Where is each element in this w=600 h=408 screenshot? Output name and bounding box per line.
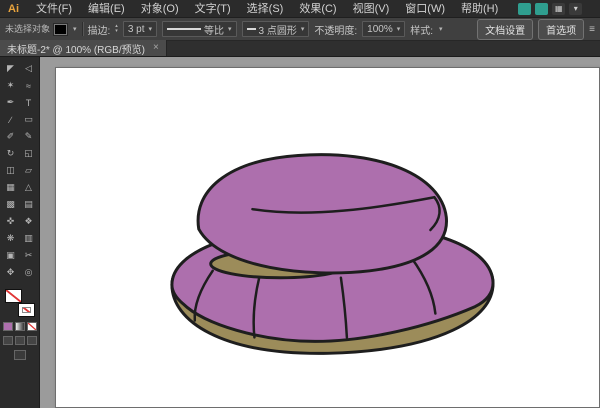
selection-tool[interactable]: ◤ xyxy=(2,60,20,77)
slice-tool[interactable]: ✂ xyxy=(20,247,38,264)
dome-body[interactable] xyxy=(196,153,448,275)
stroke-swatch[interactable] xyxy=(17,303,35,317)
menu-item[interactable]: 文字(T) xyxy=(187,0,239,18)
screen-mode-button[interactable] xyxy=(13,350,26,360)
main-area: ◤ ◁ ✶ ≈ ✒ T ∕ ▭ ✐ ✎ ↻ ◱ ◫ ▱ ▦ △ ▩ ▤ ✜ ❖ ❋ ▥ ▣ ✂ ✥ ◎ xyxy=(0,57,600,408)
width-tool[interactable]: ◫ xyxy=(2,162,20,179)
brush-label: 3 点圆形 xyxy=(258,25,297,37)
blend-tool[interactable]: ❖ xyxy=(20,213,38,230)
gradient-tool[interactable]: ▤ xyxy=(20,196,38,213)
type-tool[interactable]: T xyxy=(20,94,38,111)
draw-inside-button[interactable] xyxy=(26,336,37,345)
menu-bar: Ai 文件(F) 编辑(E) 对象(O) 文字(T) 选择(S) 效果(C) 视图(V) 窗口… xyxy=(0,0,600,18)
draw-behind-button[interactable] xyxy=(14,336,25,345)
shape-builder-tool[interactable]: ▦ xyxy=(2,179,20,196)
mesh-tool[interactable]: ▩ xyxy=(2,196,20,213)
draw-normal-button[interactable] xyxy=(2,336,13,345)
workspace-caret-icon[interactable]: ▾ xyxy=(569,2,583,15)
app-logo: Ai xyxy=(8,2,19,15)
separator xyxy=(81,22,83,36)
document-tab-title: 未标题-2* @ 100% (RGB/预览) xyxy=(7,44,145,56)
close-icon[interactable]: × xyxy=(153,43,159,53)
stroke-profile-preview xyxy=(167,28,202,30)
lasso-tool[interactable]: ≈ xyxy=(20,77,38,94)
style-label: 样式: xyxy=(410,25,434,37)
caret-icon: ▾ xyxy=(228,26,232,33)
selection-status: 未选择对象 xyxy=(5,23,51,34)
menu-item[interactable]: 选择(S) xyxy=(239,0,292,18)
stroke-label: 描边: xyxy=(87,25,111,37)
menu-item[interactable]: 对象(O) xyxy=(133,0,187,18)
menu-item[interactable]: 窗口(W) xyxy=(397,0,453,18)
document-setup-button[interactable]: 文档设置 xyxy=(477,18,534,40)
paintbrush-tool[interactable]: ✐ xyxy=(2,128,20,145)
menu-item[interactable]: 帮助(H) xyxy=(453,0,506,18)
brush-definition-dropdown[interactable]: 3 点圆形 ▾ xyxy=(241,21,310,37)
line-segment-tool[interactable]: ∕ xyxy=(2,111,20,128)
width-profile-dropdown[interactable]: 等比 ▾ xyxy=(162,21,237,37)
free-transform-tool[interactable]: ▱ xyxy=(20,162,38,179)
perspective-grid-tool[interactable]: △ xyxy=(20,179,38,196)
opacity-dropdown[interactable]: 100% ▾ xyxy=(362,21,406,37)
menu-item[interactable]: 文件(F) xyxy=(28,0,80,18)
opacity-label: 不透明度: xyxy=(314,25,358,37)
menu-item[interactable]: 视图(V) xyxy=(345,0,398,18)
width-profile-label: 等比 xyxy=(204,25,225,37)
menu-item[interactable]: 编辑(E) xyxy=(80,0,133,18)
opacity-value: 100% xyxy=(367,23,393,35)
caret-icon: ▾ xyxy=(300,26,305,33)
canvas-pasteboard[interactable] xyxy=(40,57,600,408)
fill-swatch[interactable] xyxy=(4,289,22,303)
appbar-teal-icon-2[interactable] xyxy=(535,2,549,15)
pencil-tool[interactable]: ✎ xyxy=(20,128,38,145)
menu-item[interactable]: 效果(C) xyxy=(291,0,344,18)
pen-tool[interactable]: ✒ xyxy=(2,94,20,111)
menubar-right-icons: ▦ ▾ xyxy=(518,2,583,15)
column-graph-tool[interactable]: ▥ xyxy=(20,230,38,247)
magic-wand-tool[interactable]: ✶ xyxy=(2,77,20,94)
scale-tool[interactable]: ◱ xyxy=(20,145,38,162)
draw-mode-row xyxy=(2,336,37,345)
appbar-teal-icon-1[interactable] xyxy=(518,2,532,15)
artboard[interactable] xyxy=(55,67,600,408)
fill-caret-icon[interactable]: ▾ xyxy=(73,25,77,33)
direct-selection-tool[interactable]: ◁ xyxy=(20,60,38,77)
hand-tool[interactable]: ✥ xyxy=(2,264,20,281)
menubar-items: 文件(F) 编辑(E) 对象(O) 文字(T) 选择(S) 效果(C) 视图(V) 窗口(W)… xyxy=(28,0,506,18)
control-bar: 未选择对象 ▾ 描边: ▴ ▾ 3 pt ▾ 等比 ▾ 3 点圆形 ▾ 不透明度… xyxy=(0,18,600,41)
panel-menu-icon[interactable]: ≡ xyxy=(589,24,595,35)
tools-panel: ◤ ◁ ✶ ≈ ✒ T ∕ ▭ ✐ ✎ ↻ ◱ ◫ ▱ ▦ △ ▩ ▤ ✜ ❖ ❋ ▥ ▣ ✂ ✥ ◎ xyxy=(0,57,40,408)
caret-icon: ▾ xyxy=(148,26,153,33)
brush-preview xyxy=(246,28,256,30)
fill-color-swatch[interactable] xyxy=(54,23,67,35)
color-mode-row xyxy=(2,322,37,331)
document-tab-bar: 未标题-2* @ 100% (RGB/预览) × xyxy=(0,40,600,57)
stroke-spinner[interactable]: ▴ ▾ xyxy=(115,24,118,34)
style-caret-icon[interactable]: ▾ xyxy=(439,25,443,33)
fill-stroke-indicator xyxy=(4,289,35,317)
preferences-button[interactable]: 首选项 xyxy=(538,18,585,40)
zoom-tool[interactable]: ◎ xyxy=(20,264,38,281)
eyedropper-tool[interactable]: ✜ xyxy=(2,213,20,230)
artboard-tool[interactable]: ▣ xyxy=(2,247,20,264)
symbol-sprayer-tool[interactable]: ❋ xyxy=(2,230,20,247)
stroke-weight-value: 3 pt xyxy=(127,23,145,35)
color-button[interactable] xyxy=(2,322,13,331)
tools-grid: ◤ ◁ ✶ ≈ ✒ T ∕ ▭ ✐ ✎ ↻ ◱ ◫ ▱ ▦ △ ▩ ▤ ✜ ❖ ❋ ▥ ▣ ✂ ✥ ◎ xyxy=(2,60,38,281)
stroke-weight-dropdown[interactable]: 3 pt ▾ xyxy=(122,21,158,37)
caret-icon: ▾ xyxy=(396,26,401,33)
rotate-tool[interactable]: ↻ xyxy=(2,145,20,162)
spinner-down-icon[interactable]: ▾ xyxy=(115,29,118,34)
none-button[interactable] xyxy=(26,322,37,331)
artwork-svg xyxy=(170,153,495,355)
gradient-button[interactable] xyxy=(14,322,25,331)
arrange-documents-icon[interactable]: ▦ xyxy=(552,2,566,15)
rectangle-tool[interactable]: ▭ xyxy=(20,111,38,128)
controlbar-right: 文档设置 首选项 ≡ xyxy=(477,18,595,40)
document-tab[interactable]: 未标题-2* @ 100% (RGB/预览) × xyxy=(0,40,167,56)
